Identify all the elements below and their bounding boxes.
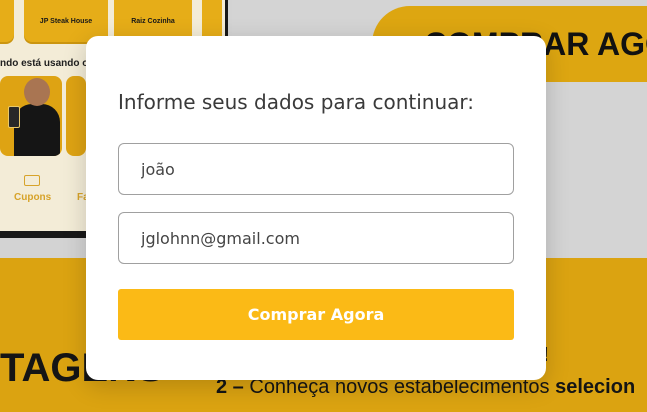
checkout-modal: Informe seus dados para continuar: Compr…	[86, 36, 546, 380]
buy-now-button[interactable]: Comprar Agora	[118, 289, 514, 340]
email-field[interactable]	[118, 212, 514, 264]
name-field[interactable]	[118, 143, 514, 195]
modal-title: Informe seus dados para continuar:	[118, 90, 475, 114]
